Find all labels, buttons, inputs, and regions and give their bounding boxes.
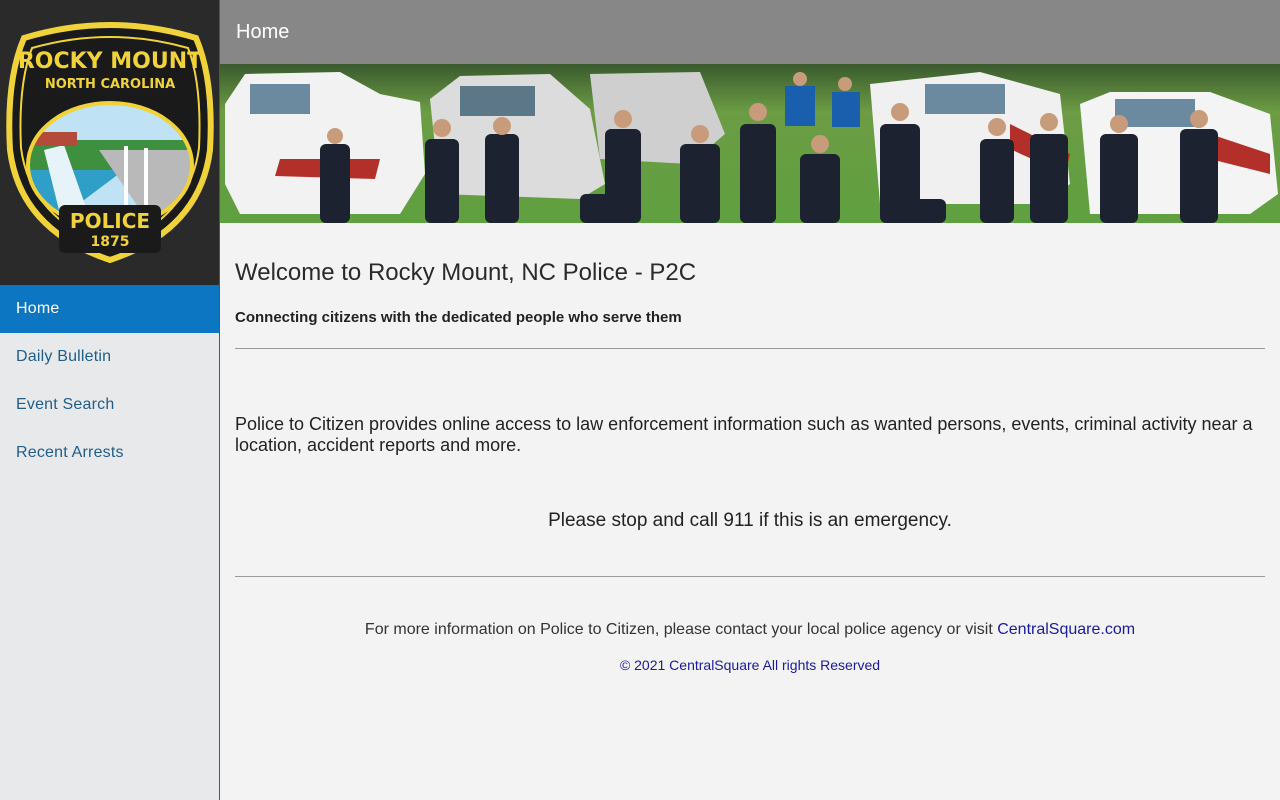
sidebar: ROCKY MOUNT NORTH CAROLINA POLICE 1875 H…: [0, 0, 220, 800]
sidebar-item-home[interactable]: Home: [0, 285, 219, 333]
main-content: Welcome to Rocky Mount, NC Police - P2C …: [235, 223, 1265, 673]
copyright: © 2021 CentralSquare All rights Reserved: [619, 657, 881, 673]
footer-info: For more information on Police to Citize…: [235, 621, 1265, 639]
sidebar-item-daily-bulletin[interactable]: Daily Bulletin: [0, 333, 219, 381]
sidebar-item-recent-arrests[interactable]: Recent Arrests: [0, 429, 219, 477]
divider: [235, 576, 1265, 577]
centralsquare-link[interactable]: CentralSquare.com: [997, 621, 1135, 638]
page-title: Home: [236, 20, 290, 43]
top-bar: Home: [220, 0, 1280, 64]
sidebar-nav: Home Daily Bulletin Event Search Recent …: [0, 285, 219, 477]
tagline: Connecting citizens with the dedicated p…: [235, 309, 682, 326]
logo-year: 1875: [90, 234, 129, 250]
police-badge-logo: ROCKY MOUNT NORTH CAROLINA POLICE 1875: [5, 22, 214, 264]
banner-image: [220, 64, 1280, 223]
logo-area: ROCKY MOUNT NORTH CAROLINA POLICE 1875: [0, 0, 219, 285]
sidebar-item-event-search[interactable]: Event Search: [0, 381, 219, 429]
logo-subtitle: NORTH CAROLINA: [44, 77, 174, 92]
logo-title: ROCKY MOUNT: [17, 49, 201, 74]
emergency-notice: Please stop and call 911 if this is an e…: [548, 510, 952, 531]
divider: [235, 348, 1265, 349]
banner-photo: [220, 64, 1280, 223]
description: Police to Citizen provides online access…: [235, 414, 1253, 455]
welcome-heading: Welcome to Rocky Mount, NC Police - P2C: [235, 259, 697, 286]
footer-info-text: For more information on Police to Citize…: [364, 621, 998, 638]
logo-label: POLICE: [69, 209, 149, 233]
